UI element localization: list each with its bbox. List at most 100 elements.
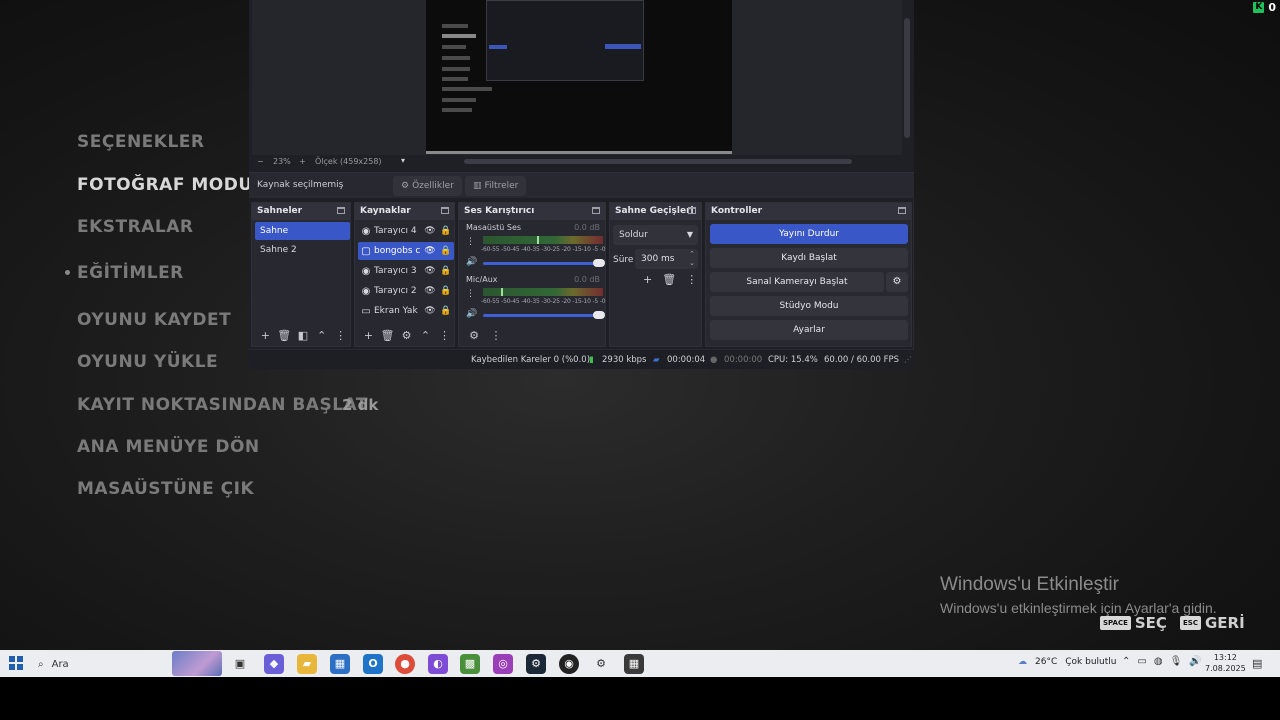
preview-horizontal-scrollbar[interactable] xyxy=(464,159,852,164)
obs-icon[interactable]: ◉ xyxy=(559,654,579,674)
more-icon[interactable]: ⋮ xyxy=(686,273,697,286)
start-recording-button[interactable]: Kaydı Başlat xyxy=(710,248,908,268)
network-icon[interactable]: ▭ xyxy=(1137,656,1146,667)
trash-icon[interactable]: 🗑 xyxy=(662,273,676,286)
menu-item-restart-checkpoint[interactable]: KAYIT NOKTASINDAN BAŞLAT xyxy=(77,395,368,415)
scene-item[interactable]: Sahne 2 xyxy=(255,241,350,259)
source-row[interactable]: ◉ Tarayıcı 2 👁 🔒 xyxy=(358,282,454,300)
trash-icon[interactable]: 🗑 xyxy=(378,329,397,342)
speaker-icon[interactable]: 🔊 xyxy=(466,309,477,319)
filters-button[interactable]: ▥ Filtreler xyxy=(465,176,527,196)
zoom-out-button[interactable]: − xyxy=(257,157,264,166)
channel-menu-icon[interactable]: ⋮ xyxy=(466,237,475,247)
menu-item-save-game[interactable]: OYUNU KAYDET xyxy=(77,310,231,330)
undock-icon[interactable] xyxy=(592,207,600,214)
more-icon[interactable]: ⋮ xyxy=(435,329,454,342)
task-view-icon[interactable]: ▣ xyxy=(230,654,250,674)
outlook-icon[interactable]: O xyxy=(363,654,383,674)
gear-icon[interactable]: ⚙ xyxy=(397,329,416,342)
source-row[interactable]: ▭ Ekran Yak 👁 🔒 xyxy=(358,302,454,320)
menu-item-options[interactable]: SEÇENEKLER xyxy=(77,132,205,152)
speaker-icon[interactable]: 🔊 xyxy=(466,257,477,267)
stop-stream-button[interactable]: Yayını Durdur xyxy=(710,224,908,244)
windows-start-icon[interactable] xyxy=(9,656,23,670)
trash-icon[interactable]: 🗑 xyxy=(275,329,294,342)
menu-item-quit-desktop[interactable]: MASAÜSTÜNE ÇIK xyxy=(77,479,254,499)
fader-knob[interactable] xyxy=(593,311,605,319)
undock-icon[interactable] xyxy=(337,207,345,214)
discord-icon[interactable]: ◐ xyxy=(428,654,448,674)
undock-icon[interactable] xyxy=(441,207,449,214)
search-highlight-image[interactable] xyxy=(172,651,222,676)
more-icon[interactable]: ⋮ xyxy=(331,329,350,342)
steam-icon[interactable]: ⚙ xyxy=(526,654,546,674)
duration-input[interactable]: 300 ms ⌃ ⌄ xyxy=(635,249,698,269)
notification-icon[interactable]: ▤ xyxy=(1252,657,1262,670)
settings-gear-icon[interactable]: ⚙ xyxy=(591,654,611,674)
transition-select[interactable]: Soldur ▼ xyxy=(613,225,698,245)
scale-dropdown-icon[interactable]: ▾ xyxy=(401,156,405,165)
studio-mode-button[interactable]: Stüdyo Modu xyxy=(710,296,908,316)
lock-icon[interactable]: 🔒 xyxy=(438,286,454,296)
channel-menu-icon[interactable]: ⋮ xyxy=(466,289,475,299)
add-icon[interactable]: + xyxy=(359,329,378,342)
minecraft-icon[interactable]: ▩ xyxy=(460,654,480,674)
menu-item-photo-mode[interactable]: FOTOĞRAF MODU xyxy=(77,175,253,195)
weather-widget[interactable]: ☁ 26°C Çok bulutlu xyxy=(1018,657,1116,667)
microphone-icon[interactable]: 🎙 xyxy=(1170,656,1183,667)
advanced-audio-icon[interactable]: ⚙ xyxy=(463,329,485,342)
preview-vertical-scrollbar[interactable] xyxy=(904,18,910,138)
add-icon[interactable]: + xyxy=(256,329,275,342)
volume-fader[interactable] xyxy=(483,311,605,319)
fader-knob[interactable] xyxy=(593,259,605,267)
copilot-icon[interactable]: ◆ xyxy=(264,654,284,674)
spin-arrows-icon[interactable]: ⌃ ⌄ xyxy=(689,250,695,268)
clock[interactable]: 13:12 7.08.2025 xyxy=(1205,652,1246,674)
add-icon[interactable]: + xyxy=(643,273,652,286)
store-icon[interactable]: ▦ xyxy=(330,654,350,674)
zoom-in-button[interactable]: + xyxy=(299,157,306,166)
volume-icon[interactable]: 🔊 xyxy=(1189,656,1201,667)
chrome-icon[interactable]: ● xyxy=(395,654,415,674)
more-icon[interactable]: ⋮ xyxy=(485,329,507,342)
resize-grip-icon[interactable]: ⋰ xyxy=(904,355,912,364)
lock-icon[interactable]: 🔒 xyxy=(438,266,454,276)
eye-icon[interactable]: 👁 xyxy=(422,286,438,296)
menu-item-main-menu[interactable]: ANA MENÜYE DÖN xyxy=(77,437,260,457)
move-up-icon[interactable]: ⌃ xyxy=(312,329,331,342)
file-explorer-icon[interactable]: ▰ xyxy=(297,654,317,674)
lock-icon[interactable]: 🔒 xyxy=(438,246,454,256)
move-up-icon[interactable]: ⌃ xyxy=(416,329,435,342)
start-virtual-camera-button[interactable]: Sanal Kamerayı Başlat xyxy=(710,272,884,292)
lock-icon[interactable]: 🔒 xyxy=(438,306,454,316)
transitions-title: Sahne Geçişleri xyxy=(610,203,701,220)
undock-icon[interactable] xyxy=(898,207,906,214)
settings-button[interactable]: Ayarlar xyxy=(710,320,908,340)
menu-item-tutorials[interactable]: EĞİTİMLER xyxy=(65,263,184,283)
mixer-title-label: Ses Karıştırıcı xyxy=(464,206,535,216)
eye-icon[interactable]: 👁 xyxy=(422,226,438,236)
lock-icon[interactable]: 🔒 xyxy=(438,226,454,236)
volume-fader[interactable] xyxy=(483,259,605,267)
channel-db: 0.0 dB xyxy=(574,275,600,284)
sources-dock: Kaynaklar ◉ Tarayıcı 4 👁 🔒 ▢ bongobs c 👁… xyxy=(354,202,455,347)
source-row[interactable]: ◉ Tarayıcı 3 👁 🔒 xyxy=(358,262,454,280)
filter-icon[interactable]: ◧ xyxy=(294,329,313,342)
chevron-up-icon[interactable]: ⌃ xyxy=(1122,656,1130,667)
security-icon[interactable]: ◍ xyxy=(1154,656,1163,667)
undock-icon[interactable] xyxy=(688,207,696,214)
eye-icon[interactable]: 👁 xyxy=(422,266,438,276)
menu-item-extras[interactable]: EKSTRALAR xyxy=(77,217,193,237)
k-logo-icon: K xyxy=(1253,2,1265,13)
preview-canvas[interactable] xyxy=(252,0,910,155)
source-row[interactable]: ▢ bongobs c 👁 🔒 xyxy=(358,242,454,260)
scene-item[interactable]: Sahne xyxy=(255,222,350,240)
properties-button[interactable]: ⚙ Özellikler xyxy=(393,176,462,196)
menu-item-load-game[interactable]: OYUNU YÜKLE xyxy=(77,352,218,372)
app-icon[interactable]: ◎ xyxy=(493,654,513,674)
game-app-icon[interactable]: ▦ xyxy=(624,654,644,674)
source-row[interactable]: ◉ Tarayıcı 4 👁 🔒 xyxy=(358,222,454,240)
virtual-camera-settings-button[interactable]: ⚙ xyxy=(886,272,908,292)
eye-icon[interactable]: 👁 xyxy=(422,306,438,316)
eye-icon[interactable]: 👁 xyxy=(422,246,438,256)
